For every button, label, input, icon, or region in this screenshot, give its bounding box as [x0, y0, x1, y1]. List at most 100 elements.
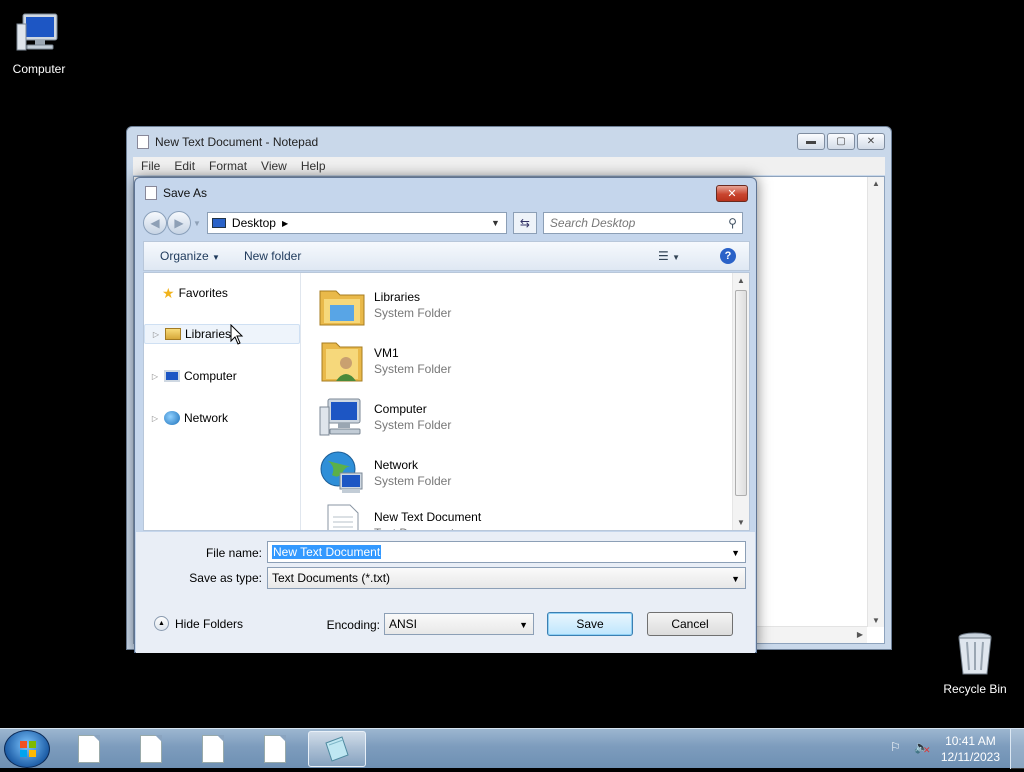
taskbar-item-document[interactable]	[184, 731, 242, 767]
desktop-icon-recycle-bin[interactable]: Recycle Bin	[937, 630, 1013, 696]
list-item[interactable]: Libraries System Folder	[318, 279, 451, 331]
clock-date: 12/11/2023	[940, 750, 1000, 764]
desktop-icon-label: Recycle Bin	[943, 682, 1007, 696]
file-list-scrollbar[interactable]: ▲ ▼	[732, 273, 749, 530]
list-item[interactable]: Network System Folder	[318, 447, 451, 499]
windows-logo-icon	[20, 741, 36, 757]
forward-arrow-icon[interactable]: ▶	[167, 211, 191, 235]
chevron-down-icon[interactable]: ▼	[519, 620, 528, 630]
minimize-button[interactable]: ▬	[797, 133, 825, 150]
new-folder-button[interactable]: New folder	[236, 249, 317, 263]
computer-icon	[318, 393, 366, 441]
encoding-value: ANSI	[389, 617, 418, 631]
taskbar-item-document[interactable]	[246, 731, 304, 767]
file-list: Libraries System Folder VM1 System Folder …	[302, 273, 732, 530]
breadcrumb-arrow-icon[interactable]: ▶	[282, 219, 288, 228]
list-item[interactable]: Computer System Folder	[318, 391, 451, 443]
desktop-location-icon	[211, 218, 226, 228]
clock-time: 10:41 AM	[945, 734, 996, 748]
recent-pages-dropdown-icon[interactable]: ▼	[193, 219, 201, 228]
scroll-down-arrow-icon[interactable]: ▼	[737, 518, 745, 527]
notepad-icon	[325, 736, 349, 762]
address-dropdown-icon[interactable]: ▼	[491, 218, 500, 228]
save-as-dialog[interactable]: Save As ✕ ◀ ▶ ▼ Desktop ▶ ▼ ⇆ Search Des…	[134, 177, 757, 653]
document-icon	[140, 735, 162, 763]
hide-folders-button[interactable]: ▲ Hide Folders	[154, 616, 243, 631]
system-clock[interactable]: 10:41 AM 12/11/2023	[941, 733, 1000, 765]
search-input[interactable]: Search Desktop ⚲	[542, 212, 743, 234]
search-icon[interactable]: ⚲	[728, 216, 737, 230]
save-type-label: Save as type:	[189, 571, 262, 585]
recycle-bin-icon	[951, 630, 999, 678]
save-button[interactable]: Save	[547, 612, 633, 636]
file-name-input[interactable]: New Text Document ▼	[267, 541, 746, 563]
menu-edit[interactable]: Edit	[174, 159, 195, 173]
expand-arrow-icon[interactable]: ▷	[151, 330, 161, 339]
list-item[interactable]: VM1 System Folder	[318, 335, 451, 387]
mouse-pointer-icon	[230, 324, 244, 345]
view-options-icon[interactable]: ☰ ▼	[658, 249, 680, 263]
cancel-button[interactable]: Cancel	[647, 612, 733, 636]
expand-arrow-icon[interactable]: ▷	[150, 372, 160, 381]
menu-view[interactable]: View	[261, 159, 287, 173]
file-name-value: New Text Document	[272, 545, 382, 559]
start-button[interactable]	[4, 730, 50, 768]
taskbar-item-notepad[interactable]	[308, 731, 366, 767]
libraries-folder-icon	[318, 281, 366, 329]
nav-item-favorites[interactable]: ★ Favorites	[144, 283, 300, 303]
star-icon: ★	[162, 284, 175, 301]
chevron-down-icon[interactable]: ▼	[731, 548, 740, 558]
menu-format[interactable]: Format	[209, 159, 247, 173]
document-icon	[202, 735, 224, 763]
file-name-label: File name:	[205, 546, 262, 560]
taskbar: ⚐ 🔈 ✕ 10:41 AM 12/11/2023	[0, 728, 1024, 769]
computer-icon	[164, 370, 180, 382]
computer-icon	[15, 10, 63, 58]
notepad-icon	[137, 135, 149, 149]
help-icon[interactable]: ?	[720, 248, 736, 264]
action-center-icon[interactable]: ⚐	[890, 740, 908, 756]
navigation-row: ◀ ▶ ▼ Desktop ▶ ▼ ⇆ Search Desktop ⚲	[143, 210, 751, 236]
nav-item-computer[interactable]: ▷ Computer	[144, 366, 300, 386]
address-text: Desktop	[231, 216, 276, 230]
volume-muted-icon[interactable]: 🔈 ✕	[914, 740, 932, 756]
nav-item-network[interactable]: ▷ Network	[144, 408, 300, 428]
dialog-close-button[interactable]: ✕	[716, 185, 748, 202]
maximize-button[interactable]: ▢	[827, 133, 855, 150]
notepad-icon	[145, 186, 157, 200]
collapse-chevron-icon: ▲	[154, 616, 169, 631]
save-type-select[interactable]: Text Documents (*.txt) ▼	[267, 567, 746, 589]
list-item[interactable]: New Text DocumentText Document	[318, 499, 481, 530]
taskbar-item-document[interactable]	[60, 731, 118, 767]
chevron-down-icon[interactable]: ▼	[731, 574, 740, 584]
notepad-vertical-scrollbar[interactable]: ▲ ▼	[867, 177, 884, 627]
nav-item-libraries[interactable]: ▷ Libraries	[144, 324, 300, 344]
document-icon	[264, 735, 286, 763]
document-icon	[78, 735, 100, 763]
menu-help[interactable]: Help	[301, 159, 326, 173]
organize-button[interactable]: Organize ▼	[144, 249, 236, 263]
encoding-label: Encoding:	[326, 618, 380, 632]
refresh-icon: ⇆	[519, 216, 530, 230]
desktop-icon-computer[interactable]: Computer	[1, 10, 77, 76]
encoding-select[interactable]: ANSI ▼	[384, 613, 534, 635]
chevron-down-icon: ▼	[212, 253, 220, 262]
close-button[interactable]: ✕	[857, 133, 885, 150]
scroll-right-arrow-icon[interactable]: ▶	[857, 630, 863, 639]
navigation-pane: ★ Favorites ▷ Libraries ▷ Computer ▷ Net…	[144, 273, 301, 530]
refresh-button[interactable]: ⇆	[512, 212, 537, 234]
expand-arrow-icon[interactable]: ▷	[150, 414, 160, 423]
taskbar-item-document[interactable]	[122, 731, 180, 767]
search-placeholder: Search Desktop	[549, 216, 636, 230]
notepad-title: New Text Document - Notepad	[137, 135, 318, 149]
show-desktop-button[interactable]	[1010, 729, 1024, 769]
scroll-up-arrow-icon[interactable]: ▲	[737, 276, 745, 285]
scroll-down-arrow-icon[interactable]: ▼	[872, 616, 880, 625]
menu-file[interactable]: File	[141, 159, 160, 173]
back-arrow-icon[interactable]: ◀	[143, 211, 167, 235]
dialog-title: Save As	[145, 186, 207, 200]
scroll-thumb[interactable]	[735, 290, 747, 496]
scroll-up-arrow-icon[interactable]: ▲	[872, 179, 880, 188]
notepad-menubar: File Edit Format View Help	[133, 157, 885, 175]
address-bar[interactable]: Desktop ▶ ▼	[206, 212, 507, 234]
